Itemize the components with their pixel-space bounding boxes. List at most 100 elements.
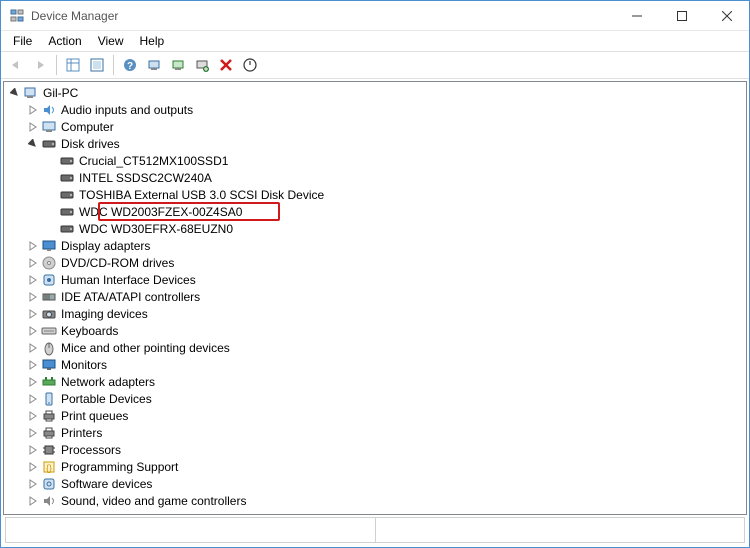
device-category[interactable]: Software devices: [22, 475, 746, 492]
audio-icon: [41, 102, 57, 118]
disk-icon: [41, 136, 57, 152]
back-button[interactable]: [5, 54, 27, 76]
maximize-button[interactable]: [659, 1, 704, 30]
category-label: Computer: [61, 120, 114, 134]
device-item[interactable]: WDC WD2003FZEX-00Z4SA0: [40, 203, 746, 220]
device-category[interactable]: Portable Devices: [22, 390, 746, 407]
device-category[interactable]: Monitors: [22, 356, 746, 373]
category-label: Software devices: [61, 477, 152, 491]
forward-button[interactable]: [29, 54, 51, 76]
category-label: DVD/CD-ROM drives: [61, 256, 174, 270]
device-category[interactable]: Disk drives: [22, 135, 746, 152]
category-label: IDE ATA/ATAPI controllers: [61, 290, 200, 304]
device-item[interactable]: INTEL SSDSC2CW240A: [40, 169, 746, 186]
category-label: Print queues: [61, 409, 128, 423]
category-label: Sound, video and game controllers: [61, 494, 246, 508]
svg-text:?: ?: [127, 61, 133, 72]
expander-icon[interactable]: [26, 120, 40, 134]
device-category[interactable]: Audio inputs and outputs: [22, 101, 746, 118]
device-category[interactable]: Network adapters: [22, 373, 746, 390]
menu-view[interactable]: View: [90, 32, 132, 50]
device-tree-container[interactable]: Gil-PC Audio inputs and outputs Computer Di…: [3, 81, 747, 515]
device-label: WDC WD2003FZEX-00Z4SA0: [79, 205, 242, 219]
expander-icon[interactable]: [26, 358, 40, 372]
software-icon: [41, 476, 57, 492]
expander-icon[interactable]: [26, 460, 40, 474]
device-category[interactable]: Keyboards: [22, 322, 746, 339]
programming-icon: {}: [41, 459, 57, 475]
device-category[interactable]: DVD/CD-ROM drives: [22, 254, 746, 271]
minimize-button[interactable]: [614, 1, 659, 30]
category-label: Printers: [61, 426, 102, 440]
device-item[interactable]: TOSHIBA External USB 3.0 SCSI Disk Devic…: [40, 186, 746, 203]
device-label: Crucial_CT512MX100SSD1: [79, 154, 228, 168]
printer-icon: [41, 408, 57, 424]
expander-icon[interactable]: [8, 86, 22, 100]
expander-icon[interactable]: [26, 137, 40, 151]
device-category[interactable]: Processors: [22, 441, 746, 458]
close-button[interactable]: [704, 1, 749, 30]
window-controls: [614, 1, 749, 30]
category-label: Disk drives: [61, 137, 120, 151]
disk-icon: [59, 187, 75, 203]
device-label: INTEL SSDSC2CW240A: [79, 171, 212, 185]
device-category[interactable]: IDE ATA/ATAPI controllers: [22, 288, 746, 305]
disable-device-button[interactable]: [215, 54, 237, 76]
expander-icon[interactable]: [26, 375, 40, 389]
computer-icon: [41, 119, 57, 135]
expander-icon[interactable]: [26, 273, 40, 287]
expander-icon[interactable]: [26, 443, 40, 457]
toolbar-separator: [113, 55, 114, 75]
show-hide-tree-button[interactable]: [62, 54, 84, 76]
device-item[interactable]: Crucial_CT512MX100SSD1: [40, 152, 746, 169]
expander-icon[interactable]: [26, 426, 40, 440]
sound-icon: [41, 493, 57, 509]
expander-icon[interactable]: [26, 290, 40, 304]
scan-hardware-button[interactable]: [143, 54, 165, 76]
menu-help[interactable]: Help: [132, 32, 173, 50]
category-label: Network adapters: [61, 375, 155, 389]
help-button[interactable]: ?: [119, 54, 141, 76]
device-category[interactable]: Printers: [22, 424, 746, 441]
device-category[interactable]: Sound, video and game controllers: [22, 492, 746, 509]
hid-icon: [41, 272, 57, 288]
disk-icon: [59, 204, 75, 220]
titlebar: Device Manager: [1, 1, 749, 31]
device-tree: Gil-PC Audio inputs and outputs Computer Di…: [4, 82, 746, 509]
cpu-icon: [41, 442, 57, 458]
expander-icon[interactable]: [26, 324, 40, 338]
enable-device-button[interactable]: [239, 54, 261, 76]
device-category[interactable]: Print queues: [22, 407, 746, 424]
menu-file[interactable]: File: [5, 32, 40, 50]
device-category[interactable]: Human Interface Devices: [22, 271, 746, 288]
device-category[interactable]: {}Programming Support: [22, 458, 746, 475]
expander-icon[interactable]: [26, 103, 40, 117]
expander-icon[interactable]: [26, 239, 40, 253]
expander-icon[interactable]: [26, 409, 40, 423]
expander-icon[interactable]: [26, 307, 40, 321]
device-category[interactable]: Display adapters: [22, 237, 746, 254]
device-category[interactable]: Computer: [22, 118, 746, 135]
expander-icon[interactable]: [26, 477, 40, 491]
expander-icon[interactable]: [26, 494, 40, 508]
root-label: Gil-PC: [43, 86, 78, 100]
properties-button[interactable]: [86, 54, 108, 76]
disk-icon: [59, 153, 75, 169]
network-icon: [41, 374, 57, 390]
expander-icon[interactable]: [26, 256, 40, 270]
expander-icon[interactable]: [26, 341, 40, 355]
device-category[interactable]: Imaging devices: [22, 305, 746, 322]
display-icon: [41, 238, 57, 254]
update-driver-button[interactable]: [167, 54, 189, 76]
device-item[interactable]: WDC WD30EFRX-68EUZN0: [40, 220, 746, 237]
app-icon: [9, 8, 25, 24]
menu-action[interactable]: Action: [40, 32, 89, 50]
dvd-icon: [41, 255, 57, 271]
category-label: Processors: [61, 443, 121, 457]
device-category[interactable]: Mice and other pointing devices: [22, 339, 746, 356]
svg-text:{}: {}: [46, 463, 52, 473]
expander-icon[interactable]: [26, 392, 40, 406]
uninstall-device-button[interactable]: [191, 54, 213, 76]
tree-root[interactable]: Gil-PC: [4, 84, 746, 101]
category-label: Audio inputs and outputs: [61, 103, 193, 117]
